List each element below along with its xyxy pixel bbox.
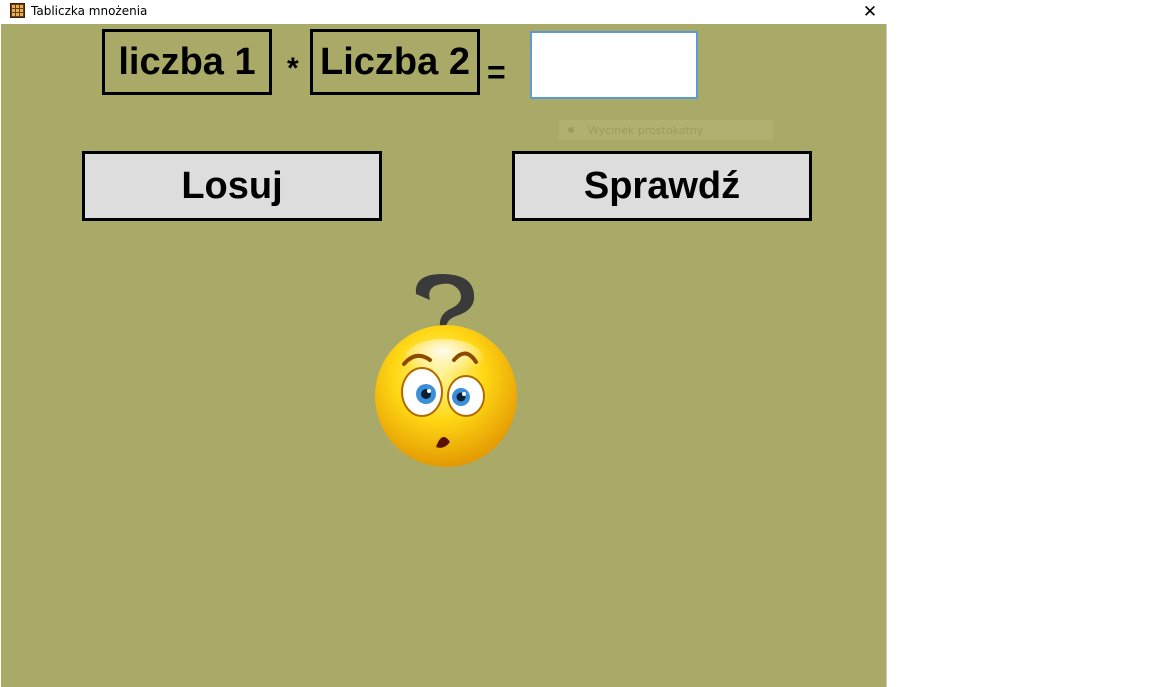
main-panel: liczba 1 * Liczba 2 = Wycinek prostokatn… (1, 24, 886, 687)
number2-label: Liczba 2 (310, 29, 480, 95)
answer-field-frame[interactable] (530, 31, 698, 99)
draw-button[interactable]: Losuj (82, 151, 382, 221)
dot-icon (568, 127, 574, 133)
multiply-sign: * (287, 52, 299, 85)
check-button[interactable]: Sprawdź (512, 151, 812, 221)
title-bar[interactable]: Tabliczka mnożenia ✕ (0, 0, 887, 24)
app-window: Tabliczka mnożenia ✕ liczba 1 * Liczba 2… (0, 0, 887, 687)
equals-sign: = (487, 54, 506, 90)
shape-hint-label: Wycinek prostokatny (588, 123, 704, 137)
number1-label: liczba 1 (102, 29, 272, 95)
confused-emoji-icon (375, 274, 517, 467)
answer-input[interactable] (532, 33, 696, 97)
abacus-icon (10, 3, 25, 18)
shape-hint: Wycinek prostokatny (559, 120, 773, 140)
close-icon[interactable]: ✕ (853, 0, 887, 24)
window-title: Tabliczka mnożenia (31, 4, 148, 18)
